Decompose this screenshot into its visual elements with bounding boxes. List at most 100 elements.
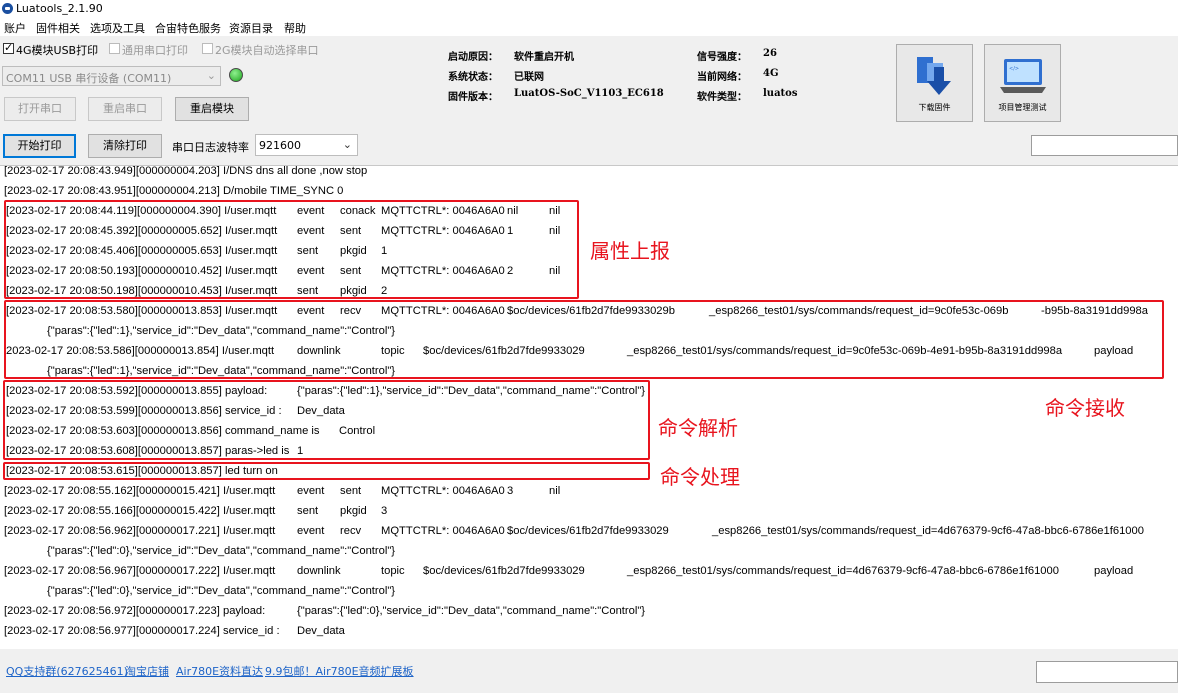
log-cell: _esp8266_test01/sys/commands/request_id=… [627,565,1059,577]
footer-input[interactable] [1036,661,1178,683]
log-cell: Dev_data [297,625,345,637]
log-line: [2023-02-17 20:08:56.977][000000017.224]… [0,622,1178,642]
generic-serial-label: 通用串口打印 [122,44,188,57]
chevron-down-icon: ⌄ [206,69,216,82]
baud-label: 串口日志波特率 [172,141,249,154]
laptop-icon: </> [1000,59,1046,93]
log-cell: sent [297,505,319,517]
window-title: Luatools_2.1.90 [16,2,103,15]
auto-2g-checkbox[interactable] [202,43,213,54]
log-cell: [2023-02-17 20:08:43.951][000000004.213]… [4,185,344,197]
system-status-label: 系统状态： [448,72,498,83]
log-cell: [2023-02-17 20:08:56.972][000000017.223]… [4,605,266,617]
software-type-value: luatos [763,88,798,99]
log-line: [2023-02-17 20:08:43.949][000000004.203]… [0,165,1178,182]
log-line: {"paras":{"led":0},"service_id":"Dev_dat… [0,542,1178,562]
log-cell: sent [340,485,362,497]
footer-bar: QQ支持群(627625461) 淘宝店铺 Air780E资料直达 9.9包邮！… [0,649,1178,693]
restart-port-button[interactable]: 重启串口 [88,97,162,121]
clear-print-button[interactable]: 清除打印 [88,134,162,158]
log-cell: event [297,485,325,497]
menu-services[interactable]: 合宙特色服务 [155,20,221,36]
log-line: [2023-02-17 20:08:55.162][000000015.421]… [0,482,1178,502]
signal-value: 26 [763,48,777,59]
log-line: [2023-02-17 20:08:56.972][000000017.223]… [0,602,1178,622]
qq-group-link[interactable]: QQ支持群(627625461) [6,663,128,679]
log-cell: topic [381,565,405,577]
log-cell: {"paras":{"led":0},"service_id":"Dev_dat… [47,545,396,557]
port-select-value: COM11 USB 串行设备 (COM11) [6,72,172,85]
project-test-label: 项目管理测试 [998,103,1047,112]
command-process-box [3,462,650,480]
menu-account[interactable]: 账户 [4,20,26,36]
log-cell: [2023-02-17 20:08:56.977][000000017.224]… [4,625,280,637]
command-parse-box [3,380,650,460]
menu-firmware[interactable]: 固件相关 [36,20,80,36]
download-icon [917,57,951,95]
boot-reason-label: 启动原因： [448,52,498,63]
network-value: 4G [763,68,779,79]
menu-resources[interactable]: 资源目录 [229,20,273,36]
generic-serial-checkbox[interactable] [109,43,120,54]
log-cell: {"paras":{"led":0},"service_id":"Dev_dat… [297,605,646,617]
log-line: [2023-02-17 20:08:43.951][000000004.213]… [0,182,1178,202]
log-cell: [2023-02-17 20:08:43.949][000000004.203]… [4,165,368,177]
log-line: {"paras":{"led":0},"service_id":"Dev_dat… [0,582,1178,602]
log-cell: event [297,525,325,537]
usb4g-checkbox[interactable] [3,41,14,54]
baud-select-value: 921600 [259,139,301,152]
app-logo-icon [2,3,13,14]
log-cell: payload [1094,565,1134,577]
log-cell: [2023-02-17 20:08:55.166][000000015.422]… [4,505,276,517]
property-report-annotation: 属性上报 [590,239,670,263]
open-port-button[interactable]: 打开串口 [4,97,76,121]
log-cell: downlink [297,565,341,577]
firmware-version-label: 固件版本： [448,92,498,103]
command-receive-box [4,300,1164,379]
project-test-button[interactable]: </> 项目管理测试 [984,44,1061,122]
log-cell: $oc/devices/61fb2d7fde9933029 [423,565,585,577]
title-bar: Luatools_2.1.90 [0,0,1178,18]
taobao-store-link[interactable]: 淘宝店铺 [125,663,169,679]
log-cell: _esp8266_test01/sys/commands/request_id=… [712,525,1144,537]
log-cell: MQTTCTRL*: 0046A6A0 [381,525,505,537]
boot-reason-value: 软件重启开机 [514,52,574,63]
baud-select[interactable]: 921600 ⌄ [255,134,358,156]
air780e-docs-link[interactable]: Air780E资料直达 [176,663,263,679]
command-parse-annotation: 命令解析 [658,416,738,440]
software-type-label: 软件类型： [697,92,747,103]
start-print-button[interactable]: 开始打印 [3,134,76,158]
menu-options-tools[interactable]: 选项及工具 [90,20,145,36]
log-cell: {"paras":{"led":0},"service_id":"Dev_dat… [47,585,396,597]
log-line: [2023-02-17 20:08:56.967][000000017.222]… [0,562,1178,582]
firmware-version-value: LuatOS-SoC_V1103_EC618 [514,88,664,99]
log-cell: nil [549,485,561,497]
log-cell: 3 [507,485,514,497]
auto-2g-label: 2G模块自动选择串口 [215,44,319,57]
system-status-value: 已联网 [514,72,544,83]
restart-module-button[interactable]: 重启模块 [175,97,249,121]
log-cell: [2023-02-17 20:08:55.162][000000015.421]… [4,485,276,497]
network-label: 当前网络： [697,72,747,83]
search-input[interactable] [1031,135,1178,156]
menu-help[interactable]: 帮助 [284,20,306,36]
air780e-audio-board-link[interactable]: 9.9包邮！Air780E音频扩展板 [265,663,414,679]
log-cell: $oc/devices/61fb2d7fde9933029 [507,525,669,537]
log-cell: MQTTCTRL*: 0046A6A0 [381,485,505,497]
download-firmware-button[interactable]: 下载固件 [896,44,973,122]
log-cell: [2023-02-17 20:08:56.967][000000017.222]… [4,565,276,577]
log-line: [2023-02-17 20:08:56.962][000000017.221]… [0,522,1178,542]
port-select[interactable]: COM11 USB 串行设备 (COM11) ⌄ [2,66,221,86]
log-line: [2023-02-17 20:08:55.166][000000015.422]… [0,502,1178,522]
signal-label: 信号强度： [697,52,747,63]
log-cell: 3 [381,505,388,517]
command-process-annotation: 命令处理 [660,465,740,489]
svg-text:</>: </> [1009,66,1019,72]
menu-bar: 账户 固件相关 选项及工具 合宙特色服务 资源目录 帮助 [0,18,1178,36]
command-receive-annotation: 命令接收 [1045,396,1125,420]
log-cell: pkgid [340,505,367,517]
chevron-down-icon: ⌄ [342,138,352,151]
port-status-indicator [229,68,243,82]
log-cell: recv [340,525,362,537]
usb4g-label: 4G模块USB打印 [16,44,99,57]
